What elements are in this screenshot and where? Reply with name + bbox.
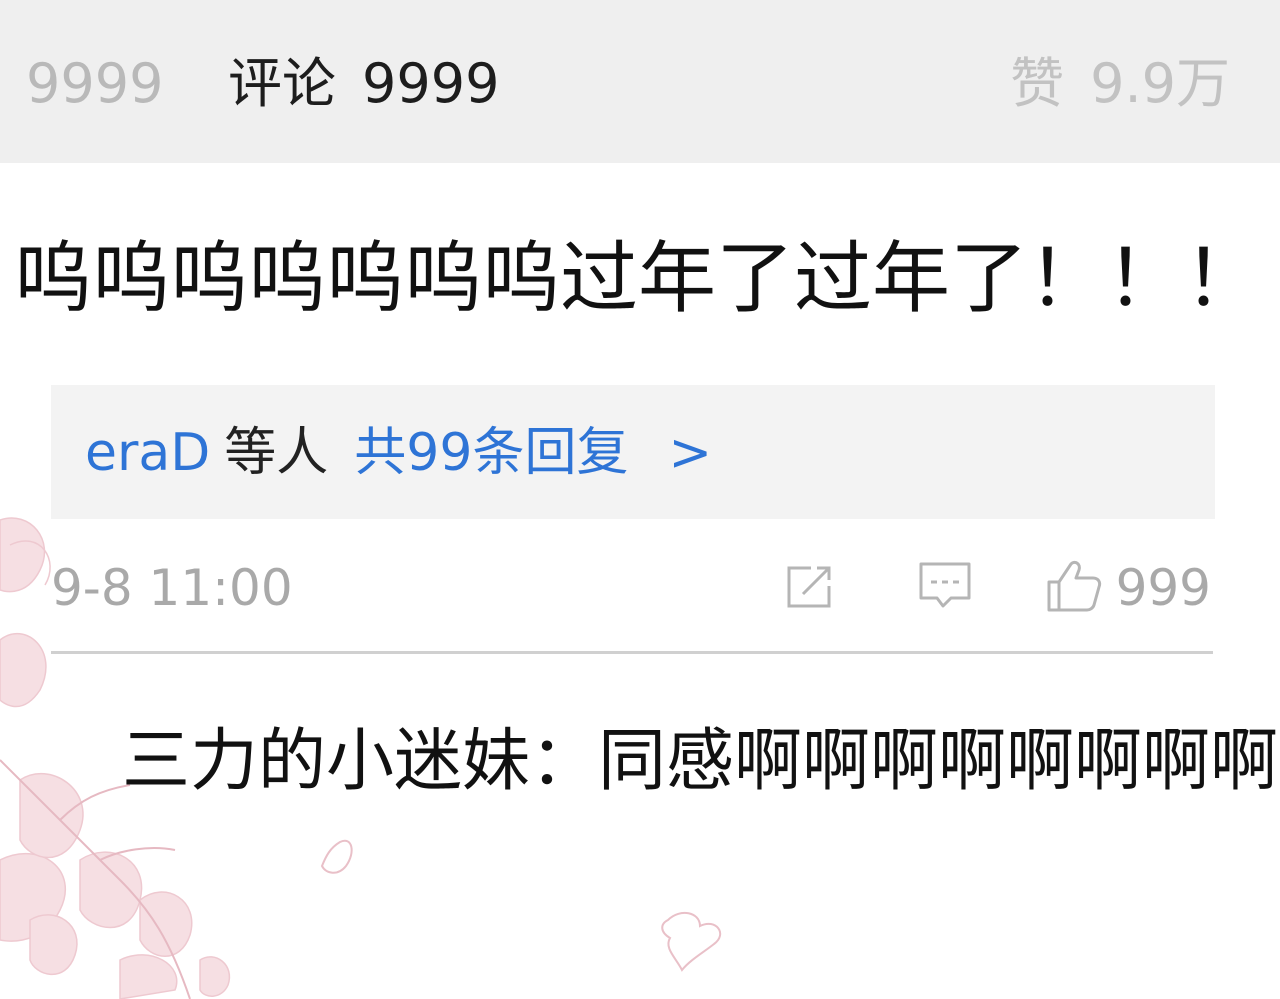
- left-count-value: 9999: [26, 52, 164, 115]
- tab-likes[interactable]: 赞 9.9万: [1010, 52, 1230, 116]
- likes-label: 赞: [1010, 52, 1065, 115]
- comment-timestamp: 9-8 11:00: [51, 559, 293, 617]
- tab-comments[interactable]: 评论 9999: [228, 52, 499, 116]
- comment-header-bar: 9999 评论 9999 赞 9.9万: [0, 0, 1280, 163]
- comment-text: 呜呜呜呜呜呜呜过年了过年了！！！: [14, 234, 1263, 324]
- comments-count: 9999: [362, 52, 500, 115]
- share-icon[interactable]: [781, 556, 841, 616]
- sub-comment-text: 同感啊啊啊啊啊啊啊啊: [598, 722, 1279, 801]
- reply-count-link[interactable]: 共99条回复: [354, 423, 628, 483]
- divider: [51, 651, 1213, 654]
- like-count: 999: [1115, 559, 1211, 617]
- replies-preview[interactable]: eraD 等人 共99条回复 >: [51, 385, 1215, 519]
- replies-row: eraD 等人 共99条回复 >: [85, 423, 712, 483]
- tab-left-count[interactable]: 9999: [26, 52, 163, 116]
- chevron-right-icon[interactable]: >: [668, 423, 712, 483]
- comment-meta-row: 9-8 11:00 999: [51, 552, 1215, 622]
- sub-comment-author[interactable]: 三力的小迷妹：: [122, 722, 598, 801]
- sub-comment[interactable]: 三力的小迷妹：同感啊啊啊啊啊啊啊啊: [122, 722, 1280, 802]
- thumbs-up-icon[interactable]: [1043, 556, 1103, 616]
- reply-user-link[interactable]: eraD: [85, 423, 210, 483]
- comments-label: 评论: [228, 52, 336, 115]
- reply-others-label: 等人: [224, 423, 329, 483]
- reply-icon[interactable]: [915, 556, 975, 616]
- likes-count: 9.9万: [1090, 52, 1230, 115]
